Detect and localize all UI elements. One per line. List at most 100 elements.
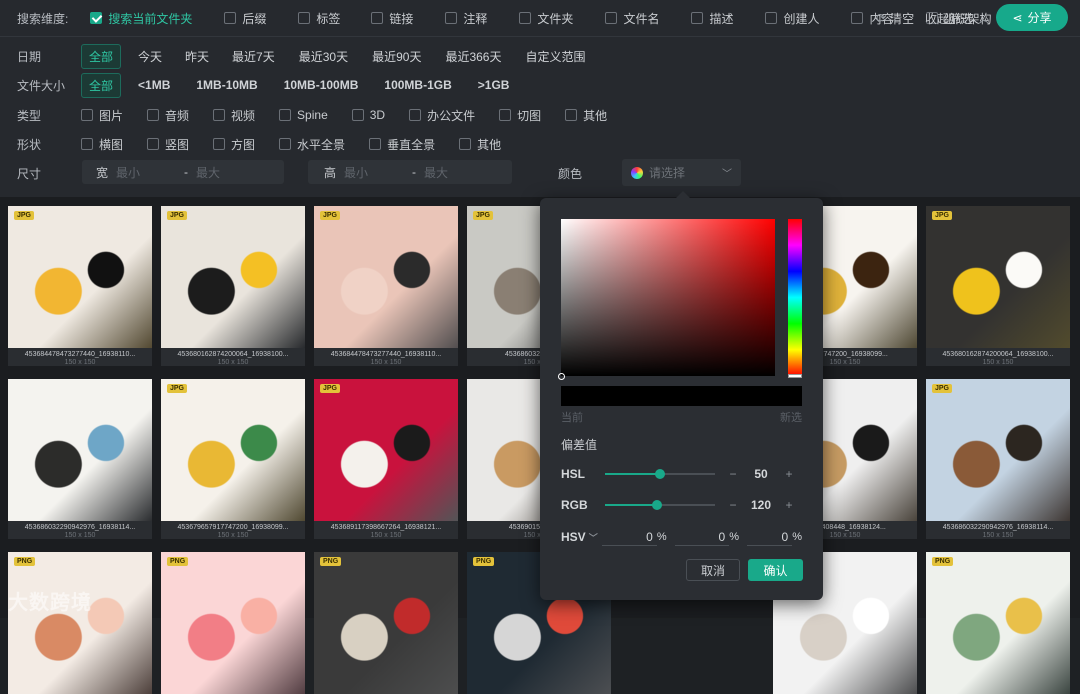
date-option[interactable]: 最近30天 [292,45,355,68]
check-filename[interactable]: 文件名 [605,10,659,27]
date-option-custom[interactable]: 自定义范围 [518,45,592,68]
check-folder[interactable]: 文件夹 [519,10,573,27]
date-option-all[interactable]: 全部 [81,43,122,69]
type-option[interactable]: Spine [279,108,328,122]
share-button[interactable]: ⋖ 分享 [996,4,1068,31]
rgb-slider-knob[interactable] [651,500,662,510]
hsv-s-input[interactable]: 0 [674,528,730,546]
saturation-value-area[interactable] [561,219,775,376]
checkbox-icon [147,109,160,121]
checkbox-icon [213,109,226,121]
rgb-slider[interactable] [605,500,715,510]
asset-thumbnail: JPG [926,206,1070,348]
hue-handle[interactable] [788,374,802,378]
option-label: 创建人 [783,11,820,26]
size-filter-row: 文件大小 全部 <1MB 1MB-10MB 10MB-100MB 100MB-1… [17,72,517,98]
check-desc[interactable]: 描述 [691,10,733,27]
file-type-badge: JPG [14,211,35,220]
check-link[interactable]: 链接 [371,10,413,27]
hsl-stepper: − 50 + [725,467,797,481]
collapse-filter-button[interactable]: 收起筛选 ︿ [925,10,990,26]
color-select[interactable]: 请选择 ﹀ [622,159,741,186]
minus-icon[interactable]: − [725,467,741,481]
hsv-v-input[interactable]: 0 [746,528,793,546]
check-suffix[interactable]: 后缀 [224,10,266,27]
asset-tile[interactable]: PNG [8,552,152,694]
shape-option[interactable]: 其他 [459,136,501,153]
width-max-input[interactable]: 最大 [196,164,220,181]
asset-tile[interactable]: 453686032290942976_16938114... 150 x 150 [8,379,152,539]
hsv-mode-select[interactable]: HSV ﹀ [561,530,602,544]
asset-tile[interactable]: PNG [314,552,458,694]
hsl-slider[interactable] [605,469,715,479]
hue-slider[interactable] [788,219,802,378]
hsl-value[interactable]: 50 [741,467,781,481]
type-option[interactable]: 音频 [147,107,189,124]
plus-icon[interactable]: + [781,467,797,481]
asset-thumbnail: PNG [314,552,458,694]
asset-dimensions: 150 x 150 [370,359,402,366]
height-max-input[interactable]: 最大 [424,164,448,181]
type-option[interactable]: 3D [351,108,385,122]
dimension-label: 尺寸 [17,167,42,181]
rgb-value[interactable]: 120 [741,498,781,512]
date-option[interactable]: 最近90天 [365,45,428,68]
type-option[interactable]: 视频 [213,107,255,124]
type-option[interactable]: 其他 [565,107,607,124]
size-option[interactable]: 1MB-10MB [189,75,264,95]
checkbox-icon [765,12,778,24]
asset-tile[interactable]: JPG 453684478473277440_16938110... 150 x 1… [8,206,152,366]
width-min-input[interactable]: 最小 [116,164,176,181]
size-option[interactable]: >1GB [471,75,517,95]
shape-option[interactable]: 方图 [213,136,255,153]
asset-tile[interactable]: JPG 453689117398667264_16938121... 150 x 1… [314,379,458,539]
shape-option[interactable]: 水平全景 [279,136,345,153]
check-current-folder[interactable]: 搜索当前文件夹 [90,10,192,27]
date-option[interactable]: 今天 [131,45,169,68]
date-option[interactable]: 最近7天 [225,45,282,68]
saturation-handle[interactable] [558,373,565,380]
cancel-button[interactable]: 取消 [686,559,740,581]
asset-tile[interactable]: JPG 453680162874200064_16938100... 150 x 1… [926,206,1070,366]
asset-tile[interactable]: PNG [926,552,1070,694]
option-label: 链接 [389,11,414,26]
height-min-input[interactable]: 最小 [344,164,404,181]
asset-tile[interactable]: JPG 453684478473277440_16938110... 150 x 1… [314,206,458,366]
size-option[interactable]: <1MB [131,75,177,95]
shape-option[interactable]: 垂直全景 [369,136,435,153]
type-option[interactable]: 切图 [499,107,541,124]
date-option[interactable]: 昨天 [178,45,216,68]
asset-tile[interactable]: PNG [161,552,305,694]
hsv-h-input[interactable]: 0 [602,528,657,546]
rgb-stepper: − 120 + [725,498,797,512]
size-option[interactable]: 10MB-100MB [277,75,366,95]
percent-unit: % [792,531,802,543]
check-creator[interactable]: 创建人 [765,10,819,27]
checkbox-icon [213,138,226,150]
shape-option[interactable]: 竖图 [147,136,189,153]
type-option[interactable]: 办公文件 [409,107,475,124]
size-option[interactable]: 100MB-1GB [377,75,458,95]
type-option[interactable]: 图片 [81,107,123,124]
minus-icon[interactable]: − [725,498,741,512]
plus-icon[interactable]: + [781,498,797,512]
date-option[interactable]: 最近366天 [438,45,508,68]
asset-thumbnail: PNG [161,552,305,694]
asset-tile[interactable]: JPG 453679657917747200_16938099... 150 x 1… [161,379,305,539]
hsl-slider-knob[interactable] [655,469,665,479]
size-label: 文件大小 [17,78,66,93]
asset-tile[interactable]: JPG 453686032290942976_16938114... 150 x 1… [926,379,1070,539]
clear-button[interactable]: ⟳ 清空 [876,10,914,26]
check-tag[interactable]: 标签 [298,10,340,27]
size-option-all[interactable]: 全部 [81,72,122,98]
asset-thumbnail: JPG [161,379,305,521]
color-label: 颜色 [558,167,583,181]
checkbox-icon [90,12,103,24]
shape-option[interactable]: 横图 [81,136,123,153]
search-scope-row: 搜索维度: 搜索当前文件夹 后缀 标签 链接 注释 文件夹 文件名 描述 创建人… [17,9,992,27]
shape-label: 形状 [17,137,42,152]
type-filter-row: 类型 图片 音频 视频 Spine 3D 办公文件 切图 其他 [17,106,607,124]
confirm-button[interactable]: 确认 [748,559,803,581]
check-note[interactable]: 注释 [445,10,487,27]
asset-tile[interactable]: JPG 453680162874200064_16938100... 150 x 1… [161,206,305,366]
